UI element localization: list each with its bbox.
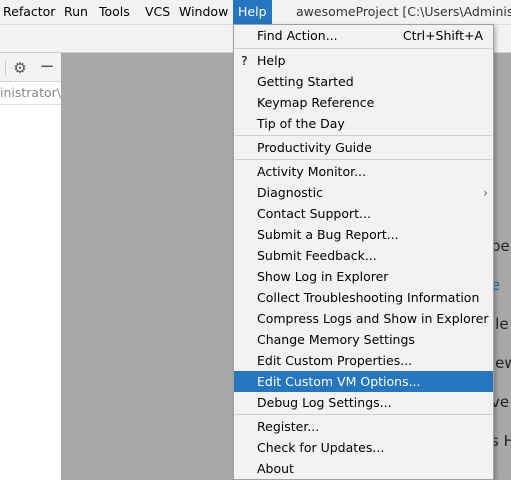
menu-item-change-memory[interactable]: Change Memory Settings	[234, 329, 493, 350]
collect-troubleshooting-label: Collect Troubleshooting Information	[257, 290, 480, 305]
productivity-guide-label: Productivity Guide	[257, 140, 372, 155]
menu-item-diagnostic[interactable]: Diagnostic ›	[234, 182, 493, 203]
activity-monitor-label: Activity Monitor...	[257, 164, 367, 179]
help-label: Help	[257, 53, 286, 68]
keymap-reference-label: Keymap Reference	[257, 95, 375, 110]
gear-icon[interactable]: ⚙	[10, 58, 30, 78]
menu-item-edit-custom-properties[interactable]: Edit Custom Properties...	[234, 350, 493, 371]
menu-item-productivity-guide[interactable]: Productivity Guide	[234, 137, 493, 158]
menu-separator	[235, 159, 492, 160]
window-title: awesomeProject [C:\Users\Administra	[296, 4, 511, 19]
minimize-icon[interactable]: −	[37, 58, 57, 78]
editor-text-fragment: e	[491, 276, 501, 294]
edit-custom-vm-options-label: Edit Custom VM Options...	[257, 374, 421, 389]
tip-of-the-day-label: Tip of the Day	[257, 116, 345, 131]
compress-logs-label: Compress Logs and Show in Explorer	[257, 311, 489, 326]
menu-separator	[235, 48, 492, 49]
getting-started-label: Getting Started	[257, 74, 354, 89]
editor-text-fragment: ve	[491, 393, 510, 411]
submit-bug-report-label: Submit a Bug Report...	[257, 227, 399, 242]
menu-item-register[interactable]: Register...	[234, 416, 493, 437]
menu-item-edit-custom-vm-options[interactable]: Edit Custom VM Options...	[234, 371, 493, 392]
menu-item-contact-support[interactable]: Contact Support...	[234, 203, 493, 224]
menu-item-compress-logs[interactable]: Compress Logs and Show in Explorer	[234, 308, 493, 329]
toolbar-divider	[5, 60, 6, 76]
menu-vcs[interactable]: VCS	[145, 0, 170, 24]
chevron-right-icon: ›	[483, 185, 488, 200]
menu-item-help[interactable]: ? Help	[234, 50, 493, 71]
menu-refactor[interactable]: Refactor	[3, 0, 55, 24]
register-label: Register...	[257, 419, 320, 434]
menu-item-find-action[interactable]: Find Action... Ctrl+Shift+A	[234, 25, 493, 46]
help-menu-dropdown: Find Action... Ctrl+Shift+A ? Help Getti…	[233, 24, 494, 480]
editor-text-fragment: iew	[491, 354, 511, 372]
project-path: inistrator\g	[0, 82, 61, 105]
editor-text-fragment: ile	[491, 315, 509, 333]
editor-text-fragment: pe	[491, 237, 510, 255]
menu-item-tip-of-the-day[interactable]: Tip of the Day	[234, 113, 493, 134]
project-tree	[0, 105, 61, 480]
menu-run[interactable]: Run	[64, 0, 88, 24]
menu-separator	[235, 135, 492, 136]
contact-support-label: Contact Support...	[257, 206, 371, 221]
menu-window[interactable]: Window	[179, 0, 228, 24]
debug-log-settings-label: Debug Log Settings...	[257, 395, 392, 410]
editor-text-fragment: s H	[491, 432, 511, 450]
menu-item-about[interactable]: About	[234, 458, 493, 479]
menu-item-getting-started[interactable]: Getting Started	[234, 71, 493, 92]
menu-item-check-for-updates[interactable]: Check for Updates...	[234, 437, 493, 458]
menu-help[interactable]: Help	[233, 0, 272, 24]
edit-custom-properties-label: Edit Custom Properties...	[257, 353, 413, 368]
menu-item-activity-monitor[interactable]: Activity Monitor...	[234, 161, 493, 182]
help-question-icon: ?	[241, 53, 248, 68]
find-action-label: Find Action...	[257, 28, 338, 43]
about-label: About	[257, 461, 294, 476]
menu-item-submit-feedback[interactable]: Submit Feedback...	[234, 245, 493, 266]
menu-item-show-log[interactable]: Show Log in Explorer	[234, 266, 493, 287]
menu-separator	[235, 414, 492, 415]
diagnostic-label: Diagnostic	[257, 185, 324, 200]
submit-feedback-label: Submit Feedback...	[257, 248, 377, 263]
menu-item-collect-troubleshooting[interactable]: Collect Troubleshooting Information	[234, 287, 493, 308]
check-updates-label: Check for Updates...	[257, 440, 385, 455]
menu-item-debug-log-settings[interactable]: Debug Log Settings...	[234, 392, 493, 413]
show-log-label: Show Log in Explorer	[257, 269, 389, 284]
find-action-shortcut: Ctrl+Shift+A	[402, 28, 483, 43]
change-memory-label: Change Memory Settings	[257, 332, 415, 347]
menu-tools[interactable]: Tools	[99, 0, 130, 24]
menu-item-submit-bug-report[interactable]: Submit a Bug Report...	[234, 224, 493, 245]
menu-item-keymap-reference[interactable]: Keymap Reference	[234, 92, 493, 113]
menu-bar: Refactor Run Tools VCS Window Help aweso…	[0, 0, 511, 25]
